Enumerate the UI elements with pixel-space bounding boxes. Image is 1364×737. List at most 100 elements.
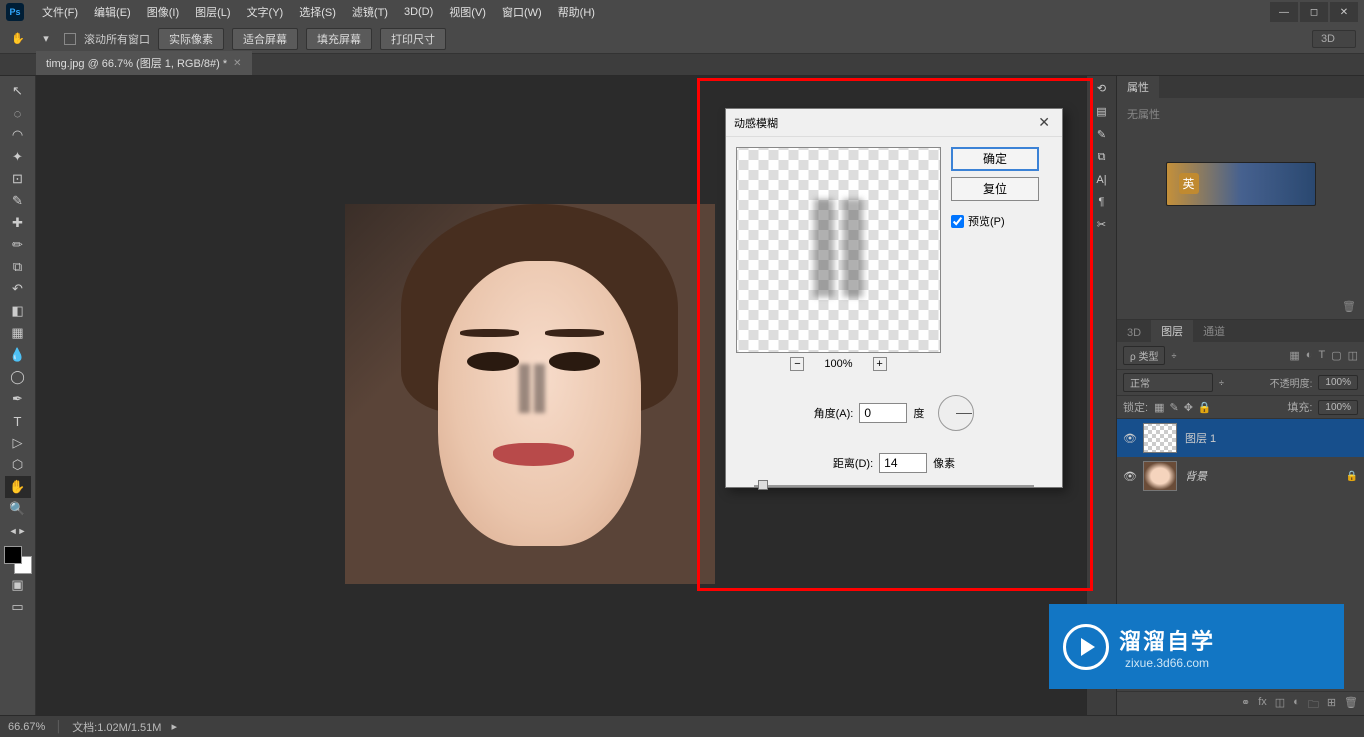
shape-tool[interactable]: ⬡ [5,454,31,476]
channels-tab[interactable]: 通道 [1193,320,1235,342]
delete-layer-icon[interactable]: 🗑 [1344,696,1358,711]
lock-pixels-icon[interactable]: ✎ [1169,401,1178,414]
eyedropper-tool[interactable]: ✎ [5,190,31,212]
document-tab[interactable]: timg.jpg @ 66.7% (图层 1, RGB/8#) * ✕ [36,51,252,75]
history-brush-tool[interactable]: ↶ [5,278,31,300]
layer-row-1[interactable]: 👁 图层 1 [1117,419,1364,457]
menu-layer[interactable]: 图层(L) [187,4,238,20]
path-select-tool[interactable]: ▷ [5,432,31,454]
actions-panel-icon[interactable]: ▤ [1096,105,1106,118]
menu-type[interactable]: 文字(Y) [239,4,292,20]
layer-thumbnail[interactable] [1143,461,1177,491]
link-layers-icon[interactable]: ⚭ [1241,696,1250,711]
zoom-tool[interactable]: 🔍 [5,498,31,520]
healing-brush-tool[interactable]: ✚ [5,212,31,234]
actual-pixels-button[interactable]: 实际像素 [158,28,224,50]
layer-thumbnail[interactable] [1143,423,1177,453]
history-panel-icon[interactable]: ⟲ [1097,82,1106,95]
fill-value[interactable]: 100% [1318,400,1358,415]
clone-source-panel-icon[interactable]: ⧉ [1098,151,1106,164]
clone-stamp-tool[interactable]: ⧉ [5,256,31,278]
screen-mode-icon[interactable]: ▭ [5,596,31,618]
layer-fx-icon[interactable]: fx [1258,696,1267,711]
pen-tool[interactable]: ✒ [5,388,31,410]
color-swatches[interactable] [4,546,32,574]
distance-slider[interactable] [754,483,1034,489]
zoom-in-button[interactable]: + [873,357,887,371]
foreground-color-swatch[interactable] [4,546,22,564]
preview-checkbox[interactable] [951,215,964,228]
filter-pixel-icon[interactable]: ▦ [1289,349,1299,362]
type-tool[interactable]: T [5,410,31,432]
layer-filter-select[interactable]: ρ 类型 [1123,346,1165,365]
properties-tab[interactable]: 属性 [1117,76,1159,98]
filter-adjust-icon[interactable]: ◐ [1306,349,1313,362]
status-doc-size[interactable]: 文档:1.02M/1.51M [72,719,161,735]
opacity-value[interactable]: 100% [1318,375,1358,390]
brushes-panel-icon[interactable]: ✎ [1097,128,1106,141]
filter-shape-icon[interactable]: ▢ [1331,349,1341,362]
status-zoom[interactable]: 66.67% [8,721,45,733]
window-maximize[interactable]: ◻ [1300,2,1328,22]
hand-tool[interactable]: ✋ [5,476,31,498]
brush-tool[interactable]: ✏ [5,234,31,256]
layer-name[interactable]: 背景 [1185,468,1338,484]
workspace-select[interactable]: 3D [1312,30,1356,48]
magic-wand-tool[interactable]: ✦ [5,146,31,168]
layers-tab[interactable]: 图层 [1151,320,1193,342]
menu-filter[interactable]: 滤镜(T) [344,4,396,20]
extra-panel-icon[interactable]: ✂ [1097,218,1106,231]
distance-input[interactable] [879,453,927,473]
menu-select[interactable]: 选择(S) [291,4,344,20]
marquee-tool[interactable]: ◌ [5,102,31,124]
fit-screen-button[interactable]: 适合屏幕 [232,28,298,50]
layer-visibility-icon[interactable]: 👁 [1123,470,1135,483]
window-minimize[interactable]: — [1270,2,1298,22]
document-canvas[interactable] [345,204,715,584]
layer-row-background[interactable]: 👁 背景 🔒 [1117,457,1364,495]
filter-type-icon[interactable]: T [1318,349,1325,362]
print-size-button[interactable]: 打印尺寸 [380,28,446,50]
gradient-tool[interactable]: ▦ [5,322,31,344]
paragraph-panel-icon[interactable]: A| [1096,174,1106,186]
status-expand-icon[interactable]: ▸ [171,720,177,733]
trash-icon[interactable]: 🗑 [1342,300,1356,315]
hand-options-icon[interactable]: ▾ [36,32,56,45]
layer-mask-icon[interactable]: ◫ [1275,696,1285,711]
lock-all-icon[interactable]: 🔒 [1198,401,1212,414]
angle-dial[interactable] [938,395,974,431]
move-tool[interactable]: ↖ [5,80,31,102]
dialog-preview[interactable] [736,147,941,353]
menu-window[interactable]: 窗口(W) [494,4,550,20]
dialog-close-icon[interactable]: ✕ [1034,114,1054,131]
group-icon[interactable]: 🗀 [1308,696,1319,711]
layer-name[interactable]: 图层 1 [1185,430,1358,446]
menu-edit[interactable]: 编辑(E) [86,4,139,20]
menu-help[interactable]: 帮助(H) [550,4,603,20]
document-tab-close-icon[interactable]: ✕ [233,58,241,69]
blend-mode-select[interactable]: 正常 [1123,373,1213,392]
preview-checkbox-label[interactable]: 预览(P) [951,213,1039,229]
adjustment-layer-icon[interactable]: ◐ [1293,696,1300,711]
ok-button[interactable]: 确定 [951,147,1039,171]
crop-tool[interactable]: ⊡ [5,168,31,190]
character-panel-icon[interactable]: ¶ [1099,196,1105,208]
zoom-out-button[interactable]: − [790,357,804,371]
menu-3d[interactable]: 3D(D) [396,6,441,18]
blur-tool[interactable]: 💧 [5,344,31,366]
fill-screen-button[interactable]: 填充屏幕 [306,28,372,50]
scroll-all-checkbox[interactable] [64,33,76,45]
menu-file[interactable]: 文件(F) [34,4,86,20]
new-layer-icon[interactable]: ⊞ [1327,696,1336,711]
lasso-tool[interactable]: ◠ [5,124,31,146]
filter-smart-icon[interactable]: ◫ [1348,349,1358,362]
3d-tab[interactable]: 3D [1117,324,1151,342]
lock-position-icon[interactable]: ✥ [1184,401,1193,414]
default-colors-icon[interactable]: ◄► [5,520,31,542]
reset-button[interactable]: 复位 [951,177,1039,201]
quick-mask-icon[interactable]: ▣ [5,574,31,596]
eraser-tool[interactable]: ◧ [5,300,31,322]
menu-image[interactable]: 图像(I) [139,4,187,20]
layer-visibility-icon[interactable]: 👁 [1123,432,1135,445]
dodge-tool[interactable]: ◯ [5,366,31,388]
